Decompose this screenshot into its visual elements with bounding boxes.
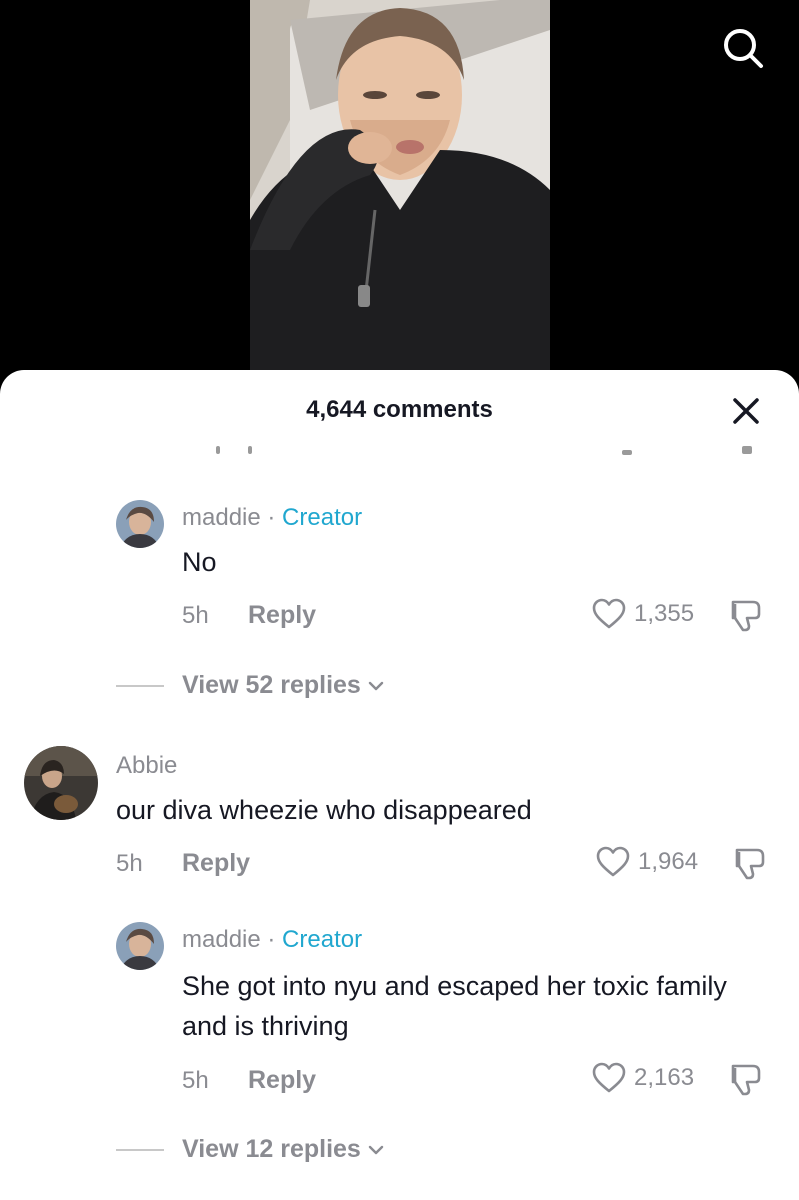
view-replies-button[interactable]: View 52 replies	[182, 671, 387, 700]
search-icon	[724, 29, 763, 68]
view-replies-button[interactable]: View 12 replies	[182, 1135, 387, 1164]
video-frame[interactable]	[250, 0, 550, 370]
heart-icon	[592, 598, 626, 629]
dislike-button[interactable]	[731, 844, 769, 882]
thumbs-down-icon	[731, 1064, 761, 1096]
view-replies-label: View 12 replies	[182, 1135, 361, 1163]
avatar-image	[116, 500, 164, 548]
comment-author[interactable]: maddie	[182, 926, 261, 953]
comment-time: 5h	[182, 1067, 209, 1094]
like-button[interactable]: 1,355	[592, 598, 694, 630]
clipped-content	[622, 450, 632, 455]
comments-count-title: 4,644 comments	[306, 396, 493, 423]
comment-time: 5h	[182, 602, 209, 629]
divider-line	[116, 685, 164, 687]
avatar-image	[116, 922, 164, 970]
separator: ·	[260, 504, 283, 531]
dislike-button[interactable]	[727, 596, 765, 634]
heart-icon	[592, 1062, 626, 1093]
chevron-down-icon	[368, 1145, 384, 1154]
clipped-content	[248, 446, 252, 454]
creator-badge: Creator	[282, 926, 363, 953]
comments-header: 4,644 comments	[0, 370, 799, 452]
dislike-button[interactable]	[727, 1060, 765, 1098]
thumbs-down-icon	[735, 848, 765, 880]
like-count: 1,964	[638, 848, 699, 875]
comment-author[interactable]: maddie	[182, 504, 261, 531]
like-count: 1,355	[634, 600, 695, 627]
like-button[interactable]: 2,163	[592, 1062, 694, 1094]
avatar[interactable]	[116, 500, 164, 548]
reply-button[interactable]: Reply	[182, 849, 250, 878]
avatar-image	[24, 746, 98, 820]
clipped-content	[216, 446, 220, 454]
reply-button[interactable]: Reply	[248, 1066, 316, 1095]
search-button[interactable]	[719, 24, 767, 72]
avatar[interactable]	[116, 922, 164, 970]
view-replies-label: View 52 replies	[182, 671, 361, 699]
comment-author-line: maddie · Creator	[182, 926, 362, 954]
like-button[interactable]: 1,964	[596, 846, 698, 878]
video-thumbnail-image	[250, 0, 550, 370]
like-count: 2,163	[634, 1064, 695, 1091]
heart-icon	[596, 846, 630, 877]
close-button[interactable]	[729, 394, 763, 428]
comment-time: 5h	[116, 850, 143, 877]
avatar[interactable]	[24, 746, 98, 820]
video-player[interactable]	[0, 0, 799, 400]
separator: ·	[260, 926, 283, 953]
reply-button[interactable]: Reply	[248, 601, 316, 630]
divider-line	[116, 1149, 164, 1151]
comment-author-line: maddie · Creator	[182, 504, 362, 532]
comment-text: No	[182, 547, 217, 577]
clipped-content	[742, 446, 752, 454]
chevron-down-icon	[368, 681, 384, 690]
comments-sheet: 4,644 comments maddie · Creator No 5h Re…	[0, 370, 799, 1200]
comment-text: our diva wheezie who disappeared	[116, 795, 532, 825]
creator-badge: Creator	[282, 504, 363, 531]
comment-text: She got into nyu and escaped her toxic f…	[182, 971, 727, 1041]
close-icon	[733, 398, 759, 424]
comment-author[interactable]: Abbie	[116, 752, 177, 780]
thumbs-down-icon	[731, 600, 761, 632]
